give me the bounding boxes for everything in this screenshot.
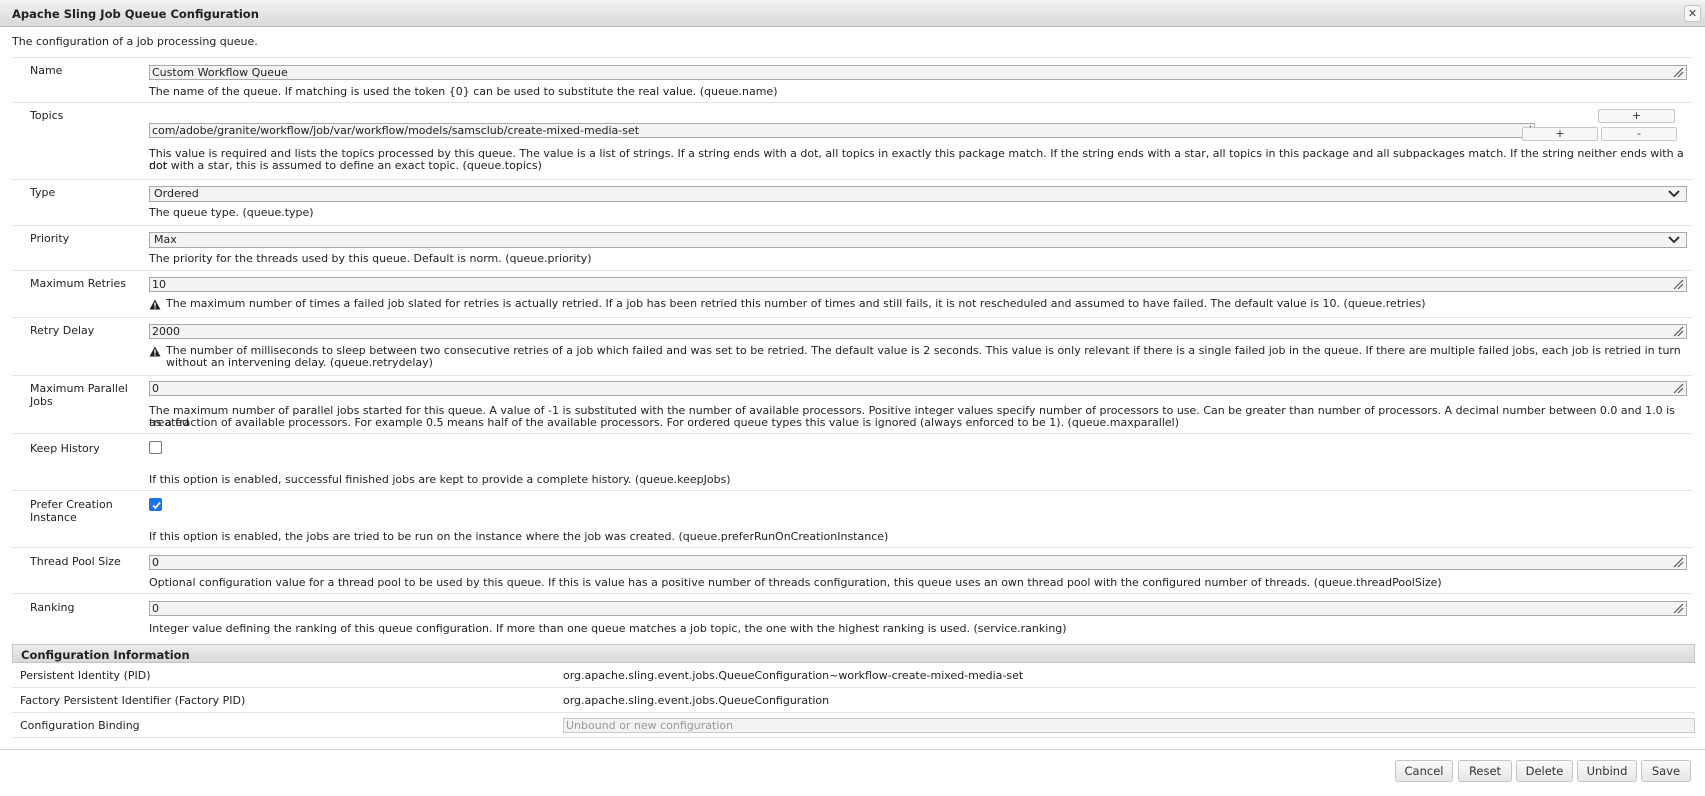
config-dialog: Apache Sling Job Queue Configuration ✕ T… (0, 0, 1705, 796)
row-thread-pool: Thread Pool Size 0 Optional configuratio… (12, 547, 1692, 593)
row-type: Type Ordered The queue type. (queue.type… (12, 179, 1692, 225)
retry-delay-value: 2000 (152, 325, 180, 338)
max-parallel-value: 0 (152, 382, 159, 395)
resize-grip-icon[interactable] (1673, 557, 1684, 568)
save-button[interactable]: Save (1641, 760, 1691, 782)
prefer-creation-checkbox[interactable] (149, 498, 162, 511)
name-value: Custom Workflow Queue (152, 66, 288, 79)
row-keep-history: Keep History If this option is enabled, … (12, 433, 1692, 490)
prefer-creation-label-1: Prefer Creation (30, 498, 113, 511)
type-help: The queue type. (queue.type) (149, 206, 314, 219)
max-retries-label: Maximum Retries (30, 277, 127, 290)
ranking-value: 0 (152, 602, 159, 615)
resize-grip-icon[interactable] (1673, 326, 1684, 337)
keep-history-label: Keep History (30, 442, 100, 455)
max-parallel-input[interactable]: 0 (149, 381, 1687, 396)
type-selected-value: Ordered (154, 187, 199, 200)
topics-input[interactable]: com/adobe/granite/workflow/job/var/workf… (149, 123, 1535, 138)
pid-label: Persistent Identity (PID) (20, 669, 151, 682)
topics-add-item-button[interactable]: + (1522, 127, 1598, 141)
resize-grip-icon[interactable] (1673, 603, 1684, 614)
keep-history-checkbox[interactable] (149, 441, 162, 454)
type-select[interactable]: Ordered (149, 186, 1687, 202)
checkmark-icon (152, 501, 161, 510)
max-parallel-help-2: as a fraction of available processors. F… (149, 416, 1179, 429)
factory-pid-row: Factory Persistent Identifier (Factory P… (12, 688, 1695, 713)
row-name: Name Custom Workflow Queue The name of t… (12, 57, 1692, 102)
thread-pool-input[interactable]: 0 (149, 555, 1687, 570)
ranking-label: Ranking (30, 601, 75, 614)
dialog-title: Apache Sling Job Queue Configuration (12, 7, 259, 21)
type-label: Type (30, 186, 56, 199)
thread-pool-help: Optional configuration value for a threa… (149, 576, 1442, 589)
row-max-retries: Maximum Retries 10 The maximum number of… (12, 270, 1692, 317)
retry-delay-input[interactable]: 2000 (149, 324, 1687, 339)
topics-value: com/adobe/granite/workflow/job/var/workf… (152, 124, 640, 137)
binding-row: Configuration Binding Unbound or new con… (12, 713, 1695, 738)
config-info-heading: Configuration Information (21, 648, 190, 662)
config-info-header: Configuration Information (12, 644, 1695, 663)
resize-grip-icon[interactable] (1673, 279, 1684, 290)
delete-button[interactable]: Delete (1516, 760, 1573, 782)
footer-divider (0, 749, 1705, 750)
name-help: The name of the queue. If matching is us… (149, 85, 778, 98)
resize-grip-icon[interactable] (1673, 383, 1684, 394)
max-retries-help: The maximum number of times a failed job… (166, 297, 1426, 310)
name-label: Name (30, 64, 63, 77)
chevron-down-icon (1668, 190, 1680, 198)
retry-delay-help-2: without an intervening delay. (queue.ret… (166, 356, 433, 369)
max-parallel-label-2: Jobs (30, 395, 53, 408)
topics-help-2: nor with a star, this is assumed to defi… (149, 159, 542, 172)
dialog-description: The configuration of a job processing qu… (12, 35, 258, 48)
binding-label: Configuration Binding (20, 719, 140, 732)
pid-row: Persistent Identity (PID) org.apache.sli… (12, 663, 1695, 688)
ranking-input[interactable]: 0 (149, 601, 1687, 616)
row-prefer-creation: Prefer Creation Instance If this option … (12, 490, 1692, 547)
priority-help: The priority for the threads used by thi… (149, 252, 592, 265)
chevron-down-icon (1668, 236, 1680, 244)
pid-value: org.apache.sling.event.jobs.QueueConfigu… (563, 669, 1024, 682)
max-parallel-label-1: Maximum Parallel (30, 382, 128, 395)
cancel-button[interactable]: Cancel (1395, 760, 1453, 782)
row-max-parallel: Maximum Parallel Jobs 0 The maximum numb… (12, 375, 1692, 433)
keep-history-help: If this option is enabled, successful fi… (149, 473, 731, 486)
row-topics: Topics + com/adobe/granite/workflow/job/… (12, 102, 1692, 179)
row-retry-delay: Retry Delay 2000 The number of milliseco… (12, 317, 1692, 375)
unbind-button[interactable]: Unbind (1577, 760, 1637, 782)
prefer-creation-help: If this option is enabled, the jobs are … (149, 530, 889, 543)
warning-icon (149, 299, 161, 310)
name-input[interactable]: Custom Workflow Queue (149, 65, 1687, 80)
resize-grip-icon[interactable] (1673, 67, 1684, 78)
thread-pool-label: Thread Pool Size (30, 555, 121, 568)
priority-label: Priority (30, 232, 70, 245)
max-parallel-label: Maximum Parallel Jobs (30, 382, 136, 408)
binding-field[interactable]: Unbound or new configuration (563, 718, 1695, 733)
prefer-creation-label: Prefer Creation Instance (30, 498, 136, 524)
topics-add-button[interactable]: + (1598, 109, 1675, 123)
factory-pid-value: org.apache.sling.event.jobs.QueueConfigu… (563, 694, 830, 707)
row-priority: Priority Max The priority for the thread… (12, 225, 1692, 270)
reset-button[interactable]: Reset (1458, 760, 1512, 782)
max-retries-value: 10 (152, 278, 166, 291)
ranking-help: Integer value defining the ranking of th… (149, 622, 1067, 635)
thread-pool-value: 0 (152, 556, 159, 569)
max-retries-input[interactable]: 10 (149, 277, 1687, 292)
title-bar: Apache Sling Job Queue Configuration ✕ (0, 0, 1705, 27)
close-icon[interactable]: ✕ (1684, 5, 1701, 22)
topics-remove-item-button[interactable]: - (1601, 127, 1677, 141)
priority-selected-value: Max (154, 233, 177, 246)
warning-icon (149, 346, 161, 357)
priority-select[interactable]: Max (149, 232, 1687, 248)
row-ranking: Ranking 0 Integer value defining the ran… (12, 593, 1692, 641)
topics-label: Topics (30, 109, 64, 122)
prefer-creation-label-2: Instance (30, 511, 77, 524)
retry-delay-label: Retry Delay (30, 324, 95, 337)
factory-pid-label: Factory Persistent Identifier (Factory P… (20, 694, 246, 707)
